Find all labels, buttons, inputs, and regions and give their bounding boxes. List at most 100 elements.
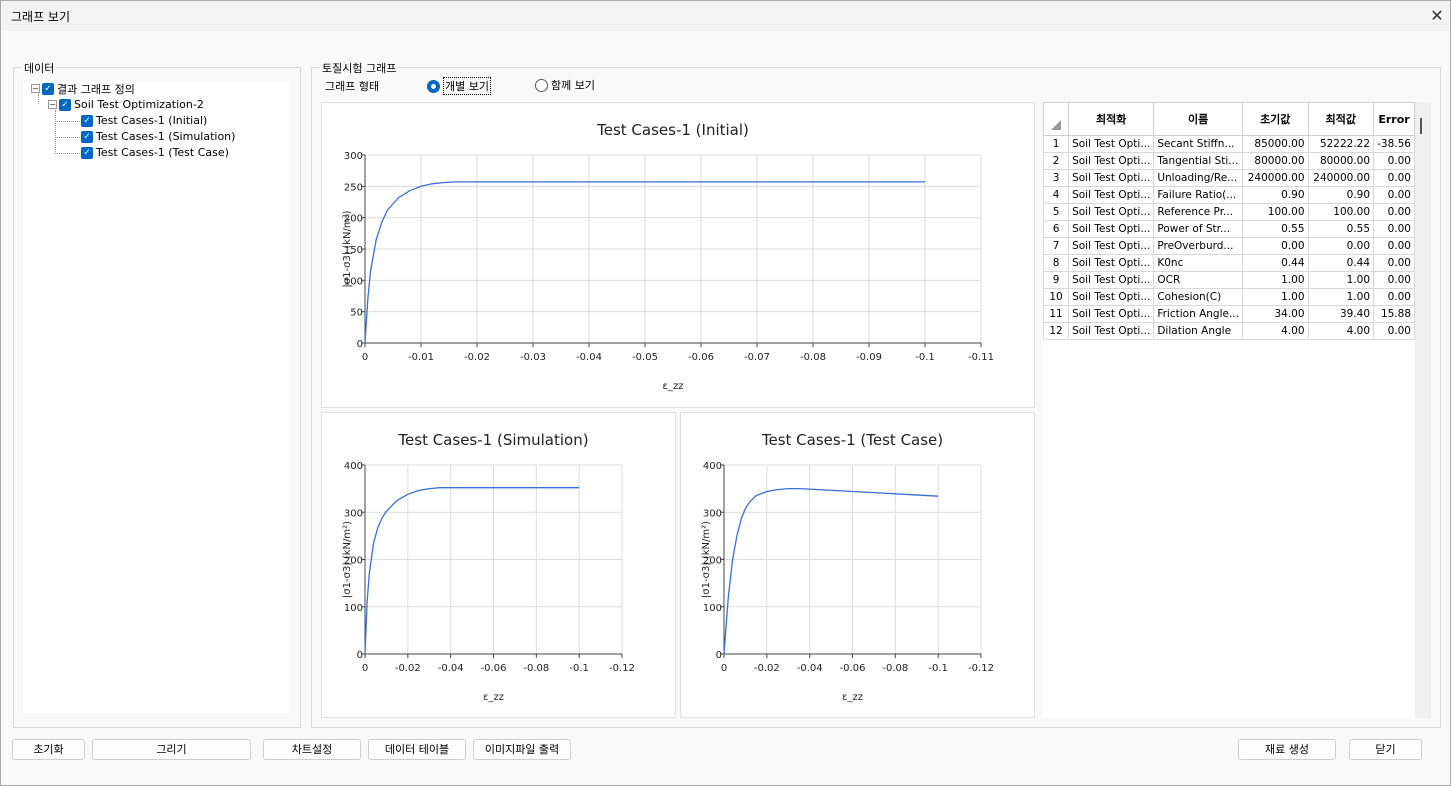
row-number: 2 — [1043, 152, 1070, 170]
draw-button[interactable]: 그리기 — [92, 739, 251, 760]
reset-button[interactable]: 초기화 — [12, 739, 85, 760]
table-cell: 0.00 — [1373, 169, 1415, 187]
table-cell: 0.00 — [1373, 186, 1415, 204]
close-button[interactable]: 닫기 — [1349, 739, 1422, 760]
chart-panel-simulation: Test Cases-1 (Simulation) 0 -0.02 -0.04 -0.0… — [321, 412, 676, 718]
table-row[interactable]: 3 Soil Test Opti... Unloading/Re... 240000.… — [1043, 169, 1415, 187]
collapse-icon[interactable]: − — [31, 84, 40, 93]
radio-unselected-icon — [535, 78, 548, 92]
table-row[interactable]: 9 Soil Test Opti... OCR 1.00 1.00 0.00 — [1043, 271, 1415, 289]
table-row[interactable]: 2 Soil Test Opti... Tangential Sti... 80000… — [1043, 152, 1415, 170]
y-tick-label: 50 — [350, 308, 363, 319]
x-axis-label: ε_zz — [663, 381, 684, 392]
table-header[interactable]: 이름 — [1153, 102, 1243, 136]
tree-node-optimization[interactable]: − ✓ Soil Test Optimization-2 — [48, 97, 204, 112]
y-tick-label: 300 — [703, 508, 722, 519]
table-row[interactable]: 1 Soil Test Opti... Secant Stiffn... 85000.… — [1043, 135, 1415, 153]
table-cell: 15.88 — [1373, 305, 1415, 323]
tree-node-test-case[interactable]: ✓ Test Cases-1 (Test Case) — [81, 145, 229, 160]
y-tick-label: 300 — [344, 151, 363, 162]
table-cell: Power of Str... — [1153, 220, 1243, 238]
checkbox-checked-icon[interactable]: ✓ — [59, 98, 71, 111]
y-axis-label: |σ1-σ3| (kN/m²) — [342, 521, 353, 598]
row-number: 6 — [1043, 220, 1070, 238]
data-tree[interactable]: − ✓ 결과 그래프 정의 − ✓ Soil Test Optimization… — [23, 81, 291, 713]
table-cell: Soil Test Opti... — [1068, 186, 1155, 204]
table-cell: 0.00 — [1373, 203, 1415, 221]
table-cell: Soil Test Opti... — [1068, 254, 1155, 272]
table-corner[interactable] — [1043, 102, 1070, 136]
table-cell: 52222.22 — [1307, 135, 1375, 153]
table-row[interactable]: 5 Soil Test Opti... Reference Pr... 100.00 1… — [1043, 203, 1415, 221]
tree-node-initial[interactable]: ✓ Test Cases-1 (Initial) — [81, 113, 207, 128]
table-header[interactable]: 최적화 — [1068, 102, 1155, 136]
x-axis-label: ε_zz — [483, 692, 504, 703]
checkbox-checked-icon[interactable]: ✓ — [81, 114, 93, 127]
row-number: 12 — [1043, 322, 1070, 340]
table-header[interactable]: 초기값 — [1241, 102, 1309, 136]
gridlines — [364, 464, 623, 655]
graph-type-label: 그래프 형태 — [325, 80, 380, 93]
table-cell: 34.00 — [1241, 305, 1309, 323]
chart-settings-button[interactable]: 차트설정 — [263, 739, 361, 760]
table-row[interactable]: 8 Soil Test Opti... K0nc 0.44 0.44 0.00 — [1043, 254, 1415, 272]
table-row[interactable]: 11 Soil Test Opti... Friction Angle... 34.0… — [1043, 305, 1415, 323]
chart-panel-test-case: Test Cases-1 (Test Case) 0 -0.02 -0.04 -0.06… — [680, 412, 1035, 718]
table-cell: Failure Ratio(... — [1153, 186, 1243, 204]
x-tick-label: 0 — [362, 663, 368, 674]
tree-node-label: Test Cases-1 (Simulation) — [96, 130, 236, 143]
data-group-legend: 데이터 — [22, 60, 57, 76]
x-tick-label: -0.05 — [632, 352, 658, 363]
tree-node-simulation[interactable]: ✓ Test Cases-1 (Simulation) — [81, 129, 235, 144]
table-row[interactable]: 6 Soil Test Opti... Power of Str... 0.55 0.5… — [1043, 220, 1415, 238]
checkbox-checked-icon[interactable]: ✓ — [81, 146, 93, 159]
x-tick-label: -0.02 — [464, 352, 490, 363]
result-table[interactable]: 최적화 이름 초기값 최적값 Error 1 Soil Test Opti... Secan… — [1043, 102, 1415, 718]
x-tick-label: -0.06 — [840, 663, 866, 674]
table-cell: 4.00 — [1307, 322, 1375, 340]
x-axis-label: ε_zz — [842, 692, 863, 703]
checkbox-checked-icon[interactable]: ✓ — [81, 130, 93, 143]
create-material-button[interactable]: 재료 생성 — [1238, 739, 1336, 760]
table-scrollbar[interactable] — [1415, 102, 1431, 718]
chart-test-case: Test Cases-1 (Test Case) 0 -0.02 -0.04 -0.06… — [701, 431, 994, 703]
table-row[interactable]: 7 Soil Test Opti... PreOverburd... 0.00 0.00… — [1043, 237, 1415, 255]
tree-node-root[interactable]: − ✓ 결과 그래프 정의 — [31, 81, 135, 96]
radio-label: 개별 보기 — [443, 77, 491, 95]
row-number: 4 — [1043, 186, 1070, 204]
tree-node-label: Soil Test Optimization-2 — [74, 98, 204, 111]
table-header[interactable]: 최적값 — [1307, 102, 1375, 136]
chart-initial: Test Cases-1 (Initial) 0 -0.01 -0.02 -0.03 -0… — [342, 121, 994, 392]
x-tick-label: 0 — [362, 352, 368, 363]
x-tick-label: -0.06 — [481, 663, 507, 674]
table-cell: 0.55 — [1307, 220, 1375, 238]
table-cell: Soil Test Opti... — [1068, 305, 1155, 323]
x-tick-label: -0.12 — [968, 663, 994, 674]
image-export-button[interactable]: 이미지파일 출력 — [473, 739, 571, 760]
table-row[interactable]: 12 Soil Test Opti... Dilation Angle 4.00 4.0… — [1043, 322, 1415, 340]
y-tick-label: 100 — [703, 603, 722, 614]
y-tick-label: 300 — [344, 508, 363, 519]
table-row[interactable]: 4 Soil Test Opti... Failure Ratio(... 0.90 0… — [1043, 186, 1415, 204]
collapse-icon[interactable]: − — [48, 100, 57, 109]
x-tick-label: 0 — [721, 663, 727, 674]
checkbox-checked-icon[interactable]: ✓ — [42, 82, 54, 95]
table-row[interactable]: 10 Soil Test Opti... Cohesion(C) 1.00 1.00 0.… — [1043, 288, 1415, 306]
radio-individual-view[interactable]: 개별 보기 — [427, 77, 491, 95]
data-table-button[interactable]: 데이터 테이블 — [368, 739, 466, 760]
table-header[interactable]: Error — [1373, 102, 1415, 136]
y-axis-label: |σ1-σ3| (kN/m²) — [701, 521, 712, 598]
table-cell: 0.00 — [1373, 220, 1415, 238]
x-tick-label: -0.01 — [408, 352, 434, 363]
table-cell: -38.56 — [1373, 135, 1415, 153]
table-cell: Cohesion(C) — [1153, 288, 1243, 306]
table-cell: Dilation Angle — [1153, 322, 1243, 340]
close-icon[interactable]: ✕ — [1425, 4, 1449, 28]
table-cell: Soil Test Opti... — [1068, 152, 1155, 170]
series-line — [723, 487, 939, 655]
x-tick-label: -0.04 — [438, 663, 464, 674]
radio-combined-view[interactable]: 함께 보기 — [535, 77, 595, 93]
scrollbar-thumb[interactable] — [1420, 118, 1422, 134]
table-cell: Friction Angle... — [1153, 305, 1243, 323]
radio-label: 함께 보기 — [551, 79, 595, 92]
